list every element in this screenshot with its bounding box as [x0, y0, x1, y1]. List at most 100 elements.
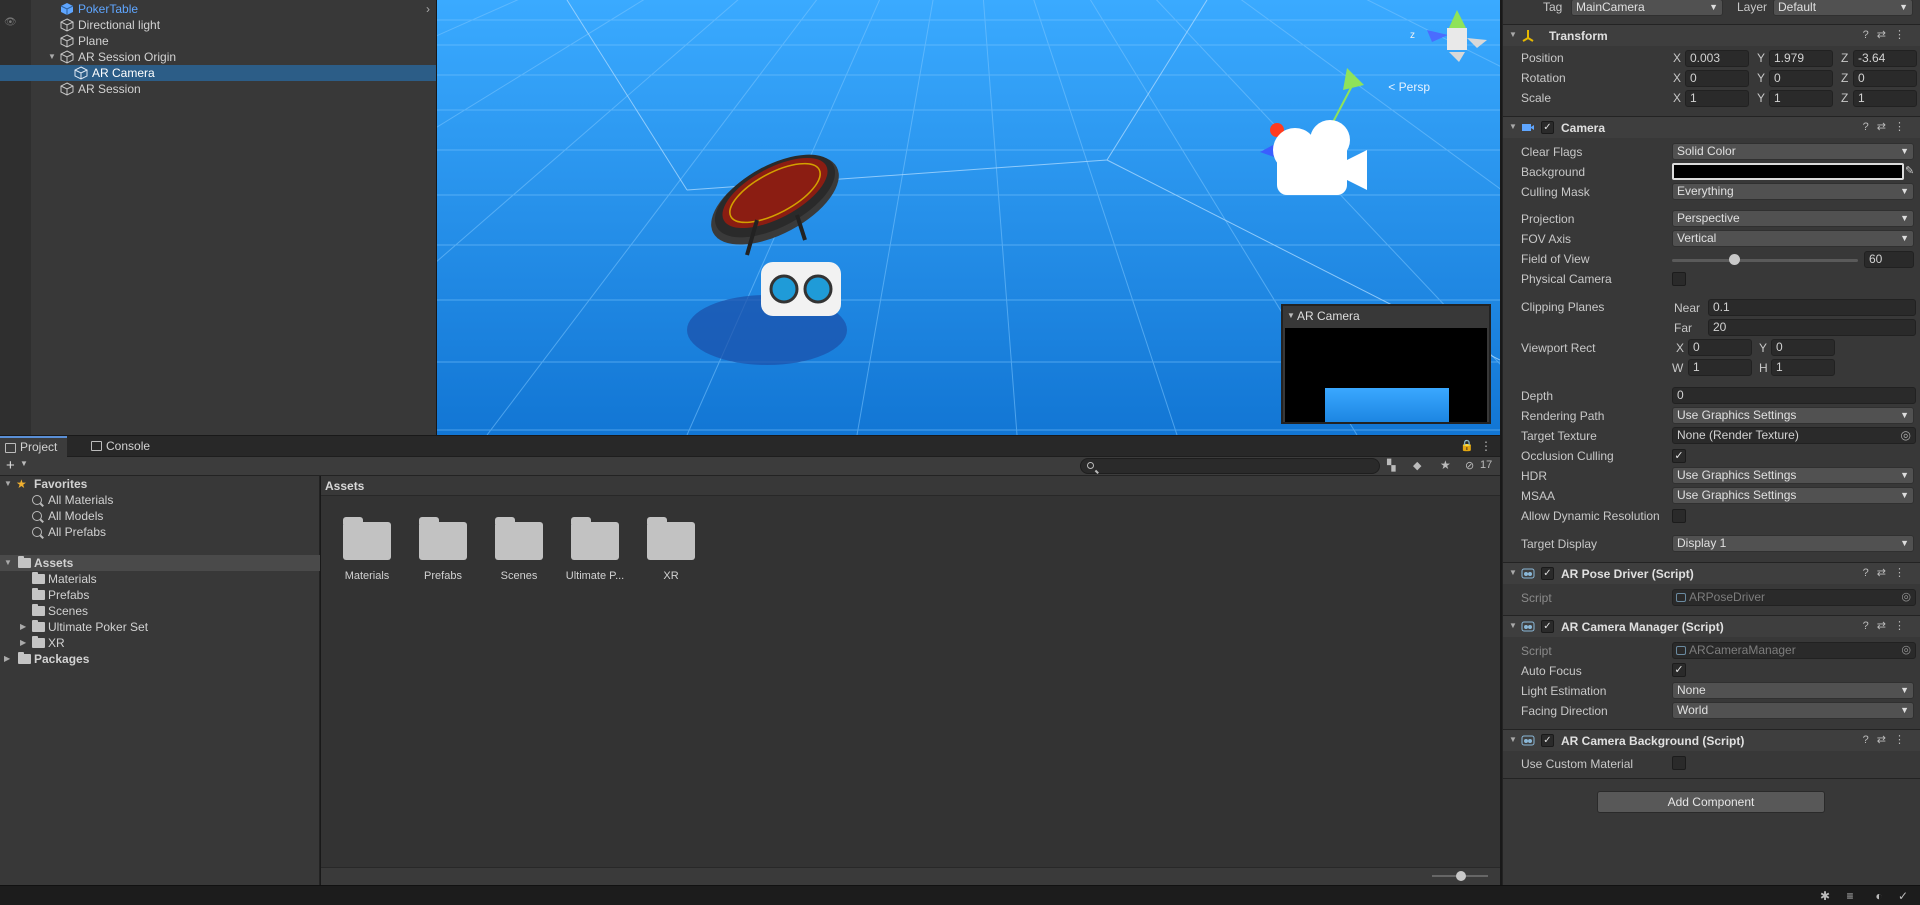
progress-check-icon[interactable]: ✓ [1896, 889, 1910, 903]
ar-camera-background-header[interactable]: ▼ ✓ AR Camera Background (Script) ?⇄⋮ [1503, 729, 1920, 751]
tree-item-all-models[interactable]: All Models [0, 508, 320, 524]
object-picker-icon[interactable]: ◎ [1901, 590, 1911, 605]
msaa-dropdown[interactable]: Use Graphics Settings ▼ [1672, 487, 1914, 504]
layer-dropdown[interactable]: Default ▼ [1773, 0, 1913, 16]
breadcrumb[interactable]: Assets [321, 476, 1500, 496]
hierarchy-item-directional-light[interactable]: Directional light [0, 17, 436, 33]
favorite-star-icon[interactable]: ★ [1440, 458, 1451, 472]
fold-triangle-icon[interactable]: ▼ [1509, 735, 1517, 744]
asset-folder-materials[interactable]: Materials [331, 514, 401, 584]
enable-checkbox[interactable]: ✓ [1541, 620, 1554, 633]
shader-icon[interactable]: ◐ [1872, 889, 1886, 903]
tag-dropdown[interactable]: MainCamera ▼ [1571, 0, 1723, 16]
auto-focus-checkbox[interactable]: ✓ [1672, 663, 1686, 677]
hierarchy-item-ar-camera[interactable]: AR Camera [0, 65, 436, 81]
scale-y-field[interactable]: 1 [1769, 90, 1833, 107]
position-x-field[interactable]: 0.003 [1685, 50, 1749, 67]
component-header-icons[interactable]: ?⇄⋮ [1863, 28, 1913, 41]
target-display-dropdown[interactable]: Display 1 ▼ [1672, 535, 1914, 552]
chevron-right-icon[interactable]: › [426, 1, 430, 17]
fold-triangle-icon[interactable]: ▼ [1509, 568, 1517, 577]
tree-item-favorites[interactable]: ▼ ★ Favorites [0, 476, 320, 492]
facing-direction-dropdown[interactable]: World ▼ [1672, 702, 1914, 719]
hierarchy-item-pokertable[interactable]: PokerTable › [0, 1, 436, 17]
ar-camera-manager-header[interactable]: ▼ ✓ AR Camera Manager (Script) ?⇄⋮ [1503, 615, 1920, 637]
tree-item-scenes[interactable]: Scenes [0, 603, 320, 619]
tree-item-packages[interactable]: ▶ Packages [0, 651, 320, 667]
expand-arrow-icon[interactable]: ▼ [4, 476, 12, 492]
near-field[interactable]: 0.1 [1708, 299, 1916, 316]
tab-project[interactable]: Project [0, 436, 68, 457]
scene-view[interactable]: z < Persp ▼ AR Camera [437, 0, 1500, 435]
component-header-icons[interactable]: ?⇄⋮ [1863, 566, 1913, 579]
create-plus-icon[interactable]: + [6, 457, 15, 474]
enable-checkbox[interactable]: ✓ [1541, 567, 1554, 580]
object-picker-icon[interactable]: ◎ [1901, 643, 1911, 658]
tree-item-ultimate-poker-set[interactable]: ▶ Ultimate Poker Set [0, 619, 320, 635]
fold-triangle-icon[interactable]: ▼ [1509, 621, 1517, 630]
hidden-packages-icon[interactable]: ⊘ [1465, 459, 1474, 472]
hierarchy-item-ar-session-origin[interactable]: ▼ AR Session Origin [0, 49, 436, 65]
asset-folder-xr[interactable]: XR [635, 514, 705, 584]
asset-folder-scenes[interactable]: Scenes [483, 514, 553, 584]
viewport-y-field[interactable]: 0 [1771, 339, 1835, 356]
physical-camera-checkbox[interactable] [1672, 272, 1686, 286]
perspective-label[interactable]: < Persp [1388, 80, 1430, 94]
bug-icon[interactable]: ✱ [1818, 889, 1832, 903]
rotation-y-field[interactable]: 0 [1769, 70, 1833, 87]
fov-field[interactable]: 60 [1864, 251, 1914, 268]
fold-triangle-icon[interactable]: ▼ [1509, 122, 1517, 131]
viewport-x-field[interactable]: 0 [1688, 339, 1752, 356]
clear-flags-dropdown[interactable]: Solid Color ▼ [1672, 143, 1914, 160]
scale-x-field[interactable]: 1 [1685, 90, 1749, 107]
component-header-icons[interactable]: ?⇄⋮ [1863, 120, 1913, 133]
viewport-h-field[interactable]: 1 [1771, 359, 1835, 376]
collapsed-arrow-icon[interactable]: ▶ [20, 619, 26, 635]
eyedropper-icon[interactable]: ✎ [1905, 164, 1914, 177]
tree-item-xr[interactable]: ▶ XR [0, 635, 320, 651]
occlusion-culling-checkbox[interactable]: ✓ [1672, 449, 1686, 463]
enable-checkbox[interactable]: ✓ [1541, 121, 1554, 134]
add-component-button[interactable]: Add Component [1597, 791, 1825, 813]
transform-header[interactable]: ▼ Transform ?⇄⋮ [1503, 24, 1920, 46]
component-header-icons[interactable]: ?⇄⋮ [1863, 619, 1913, 632]
rotation-x-field[interactable]: 0 [1685, 70, 1749, 87]
custom-material-checkbox[interactable] [1672, 756, 1686, 770]
asset-folder-prefabs[interactable]: Prefabs [407, 514, 477, 584]
tree-item-prefabs[interactable]: Prefabs [0, 587, 320, 603]
project-search-input[interactable] [1080, 458, 1380, 474]
tab-console[interactable]: Console [86, 436, 160, 457]
filter-by-type-icon[interactable]: ▚ [1387, 459, 1395, 472]
hierarchy-item-ar-session[interactable]: AR Session [0, 81, 436, 97]
camera-preview-header[interactable]: ▼ AR Camera [1283, 306, 1489, 326]
cache-server-icon[interactable]: ≡ [1843, 889, 1857, 903]
rendering-path-dropdown[interactable]: Use Graphics Settings ▼ [1672, 407, 1914, 424]
hdr-dropdown[interactable]: Use Graphics Settings ▼ [1672, 467, 1914, 484]
lock-icon[interactable]: 🔒 [1460, 439, 1474, 452]
fov-slider-track[interactable] [1672, 259, 1858, 262]
hierarchy-item-plane[interactable]: Plane [0, 33, 436, 49]
tree-item-assets[interactable]: ▼ Assets [0, 555, 320, 571]
camera-component-header[interactable]: ▼ ✓ Camera ?⇄⋮ [1503, 116, 1920, 138]
create-dropdown-icon[interactable]: ▼ [20, 459, 28, 468]
collapse-triangle-icon[interactable]: ▼ [1287, 306, 1295, 326]
tree-item-all-prefabs[interactable]: All Prefabs [0, 524, 320, 540]
filter-by-label-icon[interactable]: ◆ [1413, 459, 1421, 472]
expand-arrow-icon[interactable]: ▼ [4, 555, 12, 571]
projection-dropdown[interactable]: Perspective ▼ [1672, 210, 1914, 227]
icon-size-slider-thumb[interactable] [1456, 871, 1466, 881]
tree-item-materials[interactable]: Materials [0, 571, 320, 587]
position-y-field[interactable]: 1.979 [1769, 50, 1833, 67]
far-field[interactable]: 20 [1708, 319, 1916, 336]
tree-item-all-materials[interactable]: All Materials [0, 492, 320, 508]
collapsed-arrow-icon[interactable]: ▶ [20, 635, 26, 651]
dynamic-resolution-checkbox[interactable] [1672, 509, 1686, 523]
more-options-icon[interactable]: ⋮ [1480, 439, 1492, 453]
ar-pose-driver-header[interactable]: ▼ ✓ AR Pose Driver (Script) ?⇄⋮ [1503, 562, 1920, 584]
asset-folder-ultimate-poker-set[interactable]: Ultimate P... [559, 514, 629, 584]
fov-slider-thumb[interactable] [1728, 254, 1740, 265]
scale-z-field[interactable]: 1 [1853, 90, 1917, 107]
background-color-swatch[interactable] [1672, 163, 1904, 180]
target-texture-field[interactable]: None (Render Texture) ◎ [1672, 427, 1916, 444]
enable-checkbox[interactable]: ✓ [1541, 734, 1554, 747]
